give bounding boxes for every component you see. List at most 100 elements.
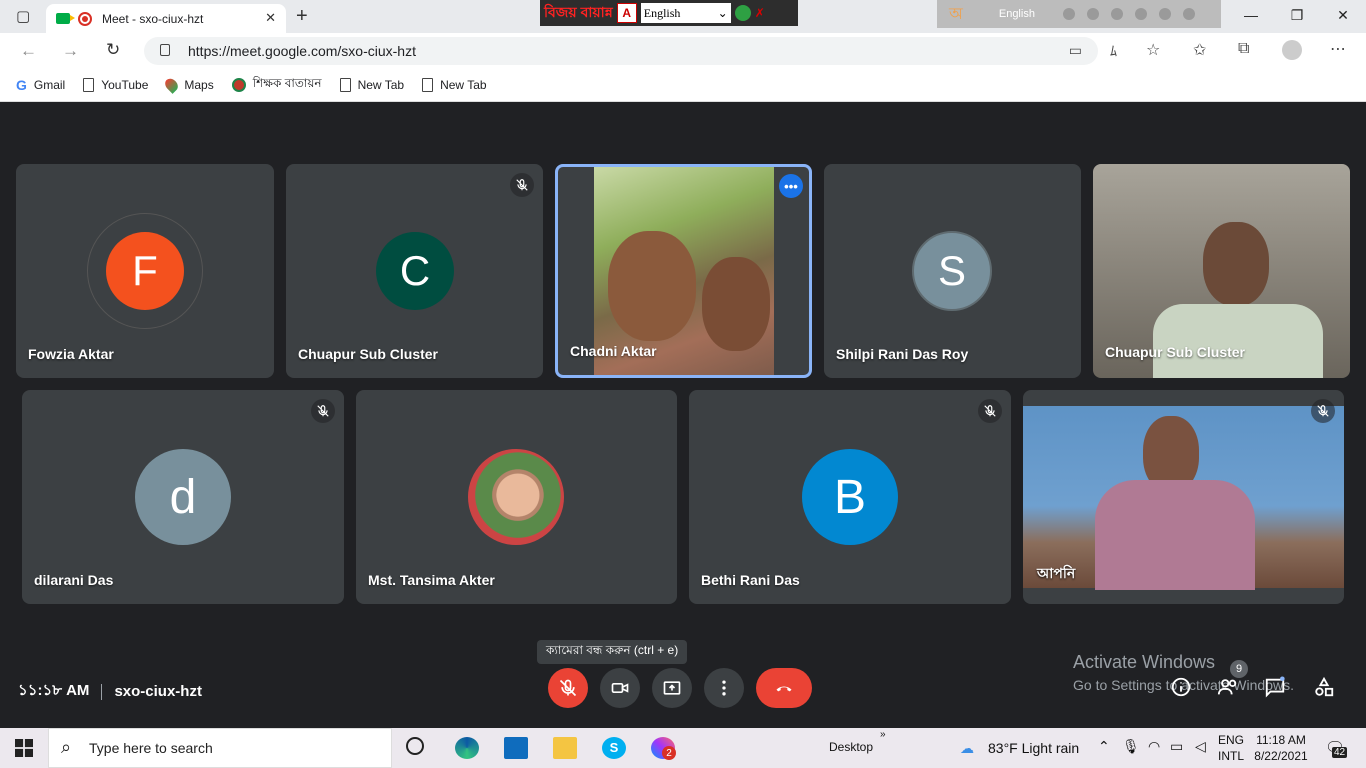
skype-icon[interactable]: S xyxy=(602,737,626,759)
bookmarks-bar: G Gmail YouTube Maps শিক্ষক বাতায়ন New T… xyxy=(0,69,1366,102)
input-language[interactable]: ENG INTL xyxy=(1218,732,1244,764)
globe-icon[interactable] xyxy=(734,5,751,21)
leave-call-button[interactable] xyxy=(756,668,812,708)
participant-name: Shilpi Rani Das Roy xyxy=(836,346,969,362)
meeting-info: ১১:১৮ AM sxo-ciux-hzt xyxy=(18,679,202,704)
maximize-button[interactable]: ❐ xyxy=(1274,0,1320,30)
bookmark-youtube[interactable]: YouTube xyxy=(83,78,148,92)
page-icon xyxy=(83,78,95,92)
participant-tile-fowzia[interactable]: F Fowzia Aktar xyxy=(16,164,274,378)
edge-icon[interactable] xyxy=(455,737,479,759)
people-button[interactable] xyxy=(1216,676,1240,703)
browser-tab-meet[interactable]: Meet - sxo-ciux-hzt ✕ xyxy=(46,4,286,33)
url-text: https://meet.google.com/sxo-ciux-hzt xyxy=(188,43,416,59)
bangla-glyph[interactable]: অ xyxy=(949,1,963,28)
participant-name: আপনি xyxy=(1037,565,1076,581)
collections-icon[interactable]: ⧉ xyxy=(1238,40,1249,58)
new-tab-button[interactable]: + xyxy=(296,5,308,28)
more-menu-icon[interactable]: ⋯ xyxy=(1330,39,1346,59)
language-label[interactable]: English xyxy=(999,8,1035,20)
microphone-icon[interactable]: 🎙 xyxy=(1122,738,1140,755)
desktop-toolbar-label[interactable]: Desktop xyxy=(829,740,873,754)
keyboard-language-select[interactable]: English ⌄ xyxy=(640,3,731,23)
tab-actions-icon[interactable]: ▢ xyxy=(16,7,30,25)
mic-off-icon xyxy=(311,399,335,423)
minimize-button[interactable]: — xyxy=(1228,0,1274,30)
chevron-up-icon[interactable]: ⌃ xyxy=(1098,738,1110,755)
activate-line-1: Activate Windows xyxy=(1073,652,1216,672)
participant-tile-dilarani[interactable]: d dilarani Das xyxy=(22,390,344,604)
page-icon xyxy=(339,78,351,92)
favorites-icon[interactable]: ✩ xyxy=(1193,40,1206,60)
weather-text[interactable]: 83°F Light rain xyxy=(988,740,1079,756)
mic-off-icon xyxy=(510,173,534,197)
more-vert-icon xyxy=(722,680,726,696)
forward-button[interactable]: → xyxy=(62,41,79,61)
close-window-button[interactable]: ✕ xyxy=(1320,0,1366,30)
mail-icon[interactable] xyxy=(504,737,528,759)
bookmark-gmail[interactable]: G Gmail xyxy=(16,77,65,93)
url-field[interactable]: https://meet.google.com/sxo-ciux-hzt ▭ xyxy=(144,37,1098,65)
activities-button[interactable] xyxy=(1313,676,1335,703)
refresh-button[interactable]: ↻ xyxy=(106,40,120,60)
volume-icon[interactable]: ◁ xyxy=(1195,738,1206,755)
video-face xyxy=(1203,222,1269,306)
present-screen-button[interactable] xyxy=(652,668,692,708)
adobe-icon[interactable]: A xyxy=(616,3,637,23)
info-button[interactable] xyxy=(1170,676,1192,703)
call-end-icon xyxy=(776,686,792,692)
camera-in-use-icon[interactable]: ▭ xyxy=(1069,42,1082,59)
battery-icon[interactable]: ▭ xyxy=(1170,738,1183,755)
file-explorer-icon[interactable] xyxy=(553,737,577,759)
self-video: আপনি xyxy=(1023,406,1344,590)
video-body xyxy=(1095,480,1255,590)
taskbar-search-box[interactable]: ⌕ Type here to search xyxy=(48,728,392,768)
participant-name: dilarani Das xyxy=(34,572,114,588)
back-button[interactable]: ← xyxy=(20,41,37,61)
browser-titlebar: ▢ Meet - sxo-ciux-hzt ✕ + বিজয় বায়ান্ন… xyxy=(0,0,1366,33)
window-controls: — ❐ ✕ xyxy=(1228,0,1366,30)
camera-toggle-button[interactable] xyxy=(600,668,640,708)
help-icon[interactable] xyxy=(1158,8,1171,20)
participant-tile-bethi[interactable]: B Bethi Rani Das xyxy=(689,390,1011,604)
windows-start-icon[interactable] xyxy=(15,739,33,757)
mic-off-icon xyxy=(978,399,1002,423)
avatar: d xyxy=(135,449,231,545)
participant-tile-chadni[interactable]: ••• Chadni Aktar xyxy=(555,164,812,378)
bookmark-shikkhok-batayon[interactable]: শিক্ষক বাতায়ন xyxy=(231,75,322,95)
participant-name: Chadni Aktar xyxy=(570,343,657,359)
participant-tile-chuapur-2[interactable]: Chuapur Sub Cluster xyxy=(1093,164,1350,378)
participant-tile-tansima[interactable]: Mst. Tansima Akter xyxy=(356,390,677,604)
bookmark-new-tab-1[interactable]: New Tab xyxy=(339,78,404,92)
lock-icon[interactable] xyxy=(160,44,170,56)
keyboard-icon[interactable] xyxy=(1062,8,1075,20)
tab-close-button[interactable]: ✕ xyxy=(265,10,276,26)
mic-toggle-button[interactable] xyxy=(548,668,588,708)
ie-icon[interactable] xyxy=(1134,8,1147,20)
more-options-icon[interactable]: ••• xyxy=(779,174,803,198)
bookmark-new-tab-2[interactable]: New Tab xyxy=(422,78,487,92)
participant-tile-self[interactable]: আপনি xyxy=(1023,390,1344,604)
cortana-icon[interactable] xyxy=(406,737,424,755)
chat-button[interactable] xyxy=(1264,676,1286,703)
meeting-time: ১১:১৮ AM xyxy=(18,682,90,699)
profile-avatar[interactable] xyxy=(1282,40,1302,60)
read-aloud-icon[interactable]: ﾑ xyxy=(1110,41,1117,61)
close-toolbar-icon[interactable]: ✗ xyxy=(755,6,765,20)
camera-tooltip: ক্যামেরা বন্ধ করুন (ctrl + e) xyxy=(537,640,688,664)
more-options-button[interactable] xyxy=(704,668,744,708)
pen-icon[interactable] xyxy=(1086,8,1099,20)
google-meet-icon xyxy=(56,13,75,24)
settings-icon[interactable] xyxy=(1110,8,1123,20)
wifi-icon[interactable]: ◠ xyxy=(1148,738,1160,755)
toolbar-expand-icon[interactable]: » xyxy=(880,729,886,740)
bookmark-maps[interactable]: Maps xyxy=(163,76,214,94)
participant-tile-chuapur-1[interactable]: C Chuapur Sub Cluster xyxy=(286,164,543,378)
info-icon xyxy=(1171,677,1191,697)
clock[interactable]: 11:18 AM 8/22/2021 xyxy=(1254,732,1308,764)
power-icon[interactable] xyxy=(1182,8,1195,20)
divider xyxy=(101,683,103,700)
add-favorite-icon[interactable]: ☆ xyxy=(1146,40,1160,60)
messenger-badge: 2 xyxy=(662,746,676,760)
participant-tile-shilpi[interactable]: S Shilpi Rani Das Roy xyxy=(824,164,1081,378)
